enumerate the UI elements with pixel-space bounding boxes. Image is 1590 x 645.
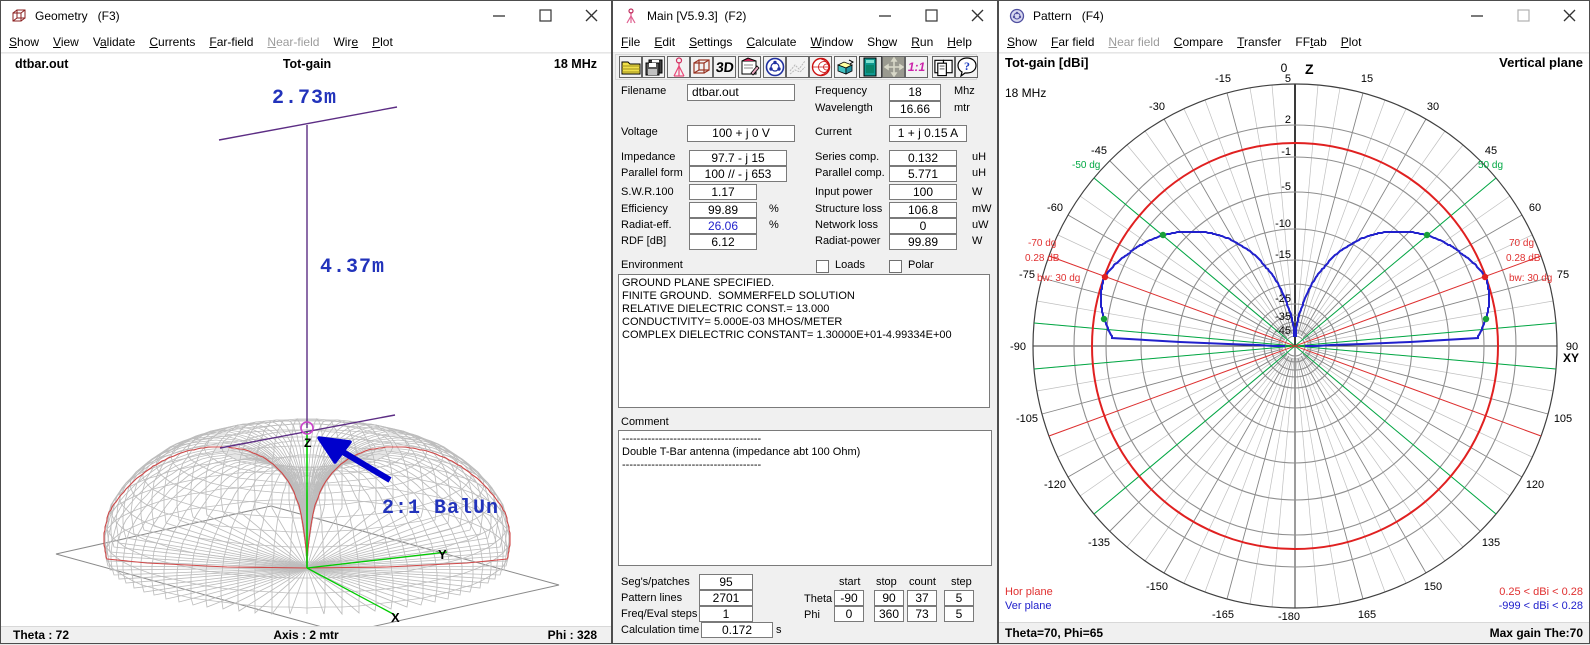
svg-text:30: 30 xyxy=(1427,101,1439,113)
svg-text:60: 60 xyxy=(1529,202,1541,214)
svg-text:Z: Z xyxy=(304,436,311,450)
svg-text:165: 165 xyxy=(1358,609,1376,621)
svg-text:75: 75 xyxy=(1557,269,1569,281)
svg-text:70 dg: 70 dg xyxy=(1509,238,1534,249)
svg-text:-45: -45 xyxy=(1091,145,1107,157)
svg-text:bw: 30 dg: bw: 30 dg xyxy=(1509,273,1552,284)
svg-text:-35: -35 xyxy=(1275,311,1291,323)
svg-text:0.28 dB: 0.28 dB xyxy=(1025,253,1060,264)
svg-text:-60: -60 xyxy=(1047,202,1063,214)
svg-text:15: 15 xyxy=(1361,73,1373,85)
svg-text:150: 150 xyxy=(1424,581,1442,593)
svg-text:-50 dg: -50 dg xyxy=(1072,160,1100,171)
svg-text:2:1 BalUn: 2:1 BalUn xyxy=(382,497,499,520)
svg-text:135: 135 xyxy=(1482,537,1500,549)
svg-text:-150: -150 xyxy=(1146,581,1168,593)
svg-text:-165: -165 xyxy=(1212,609,1234,621)
svg-text:4.37m: 4.37m xyxy=(320,256,385,279)
svg-text:-70 dg: -70 dg xyxy=(1028,238,1056,249)
svg-text:XY: XY xyxy=(1563,351,1579,365)
svg-text:-10: -10 xyxy=(1275,218,1291,230)
svg-text:-135: -135 xyxy=(1088,537,1110,549)
svg-text:-75: -75 xyxy=(1019,269,1035,281)
svg-text:X: X xyxy=(391,610,400,625)
svg-text:Z: Z xyxy=(1305,61,1314,77)
svg-text:Y: Y xyxy=(438,547,447,562)
svg-text:-15: -15 xyxy=(1275,249,1291,261)
svg-text:-30: -30 xyxy=(1149,101,1165,113)
svg-text:2: 2 xyxy=(1285,114,1291,126)
svg-text:-15: -15 xyxy=(1215,73,1231,85)
svg-text:-120: -120 xyxy=(1044,479,1066,491)
svg-text:2.73m: 2.73m xyxy=(272,87,337,110)
svg-text:45: 45 xyxy=(1485,145,1497,157)
svg-text:50 dg: 50 dg xyxy=(1478,160,1503,171)
svg-text:105: 105 xyxy=(1554,413,1572,425)
svg-text:-1: -1 xyxy=(1281,146,1291,158)
svg-text:bw: 30 dg: bw: 30 dg xyxy=(1037,273,1080,284)
svg-text:-105: -105 xyxy=(1016,413,1038,425)
svg-text:-5: -5 xyxy=(1281,181,1291,193)
svg-text:0: 0 xyxy=(1281,61,1288,75)
svg-text:0.28 dB: 0.28 dB xyxy=(1506,253,1541,264)
svg-text:120: 120 xyxy=(1526,479,1544,491)
svg-text:-90: -90 xyxy=(1010,341,1026,353)
